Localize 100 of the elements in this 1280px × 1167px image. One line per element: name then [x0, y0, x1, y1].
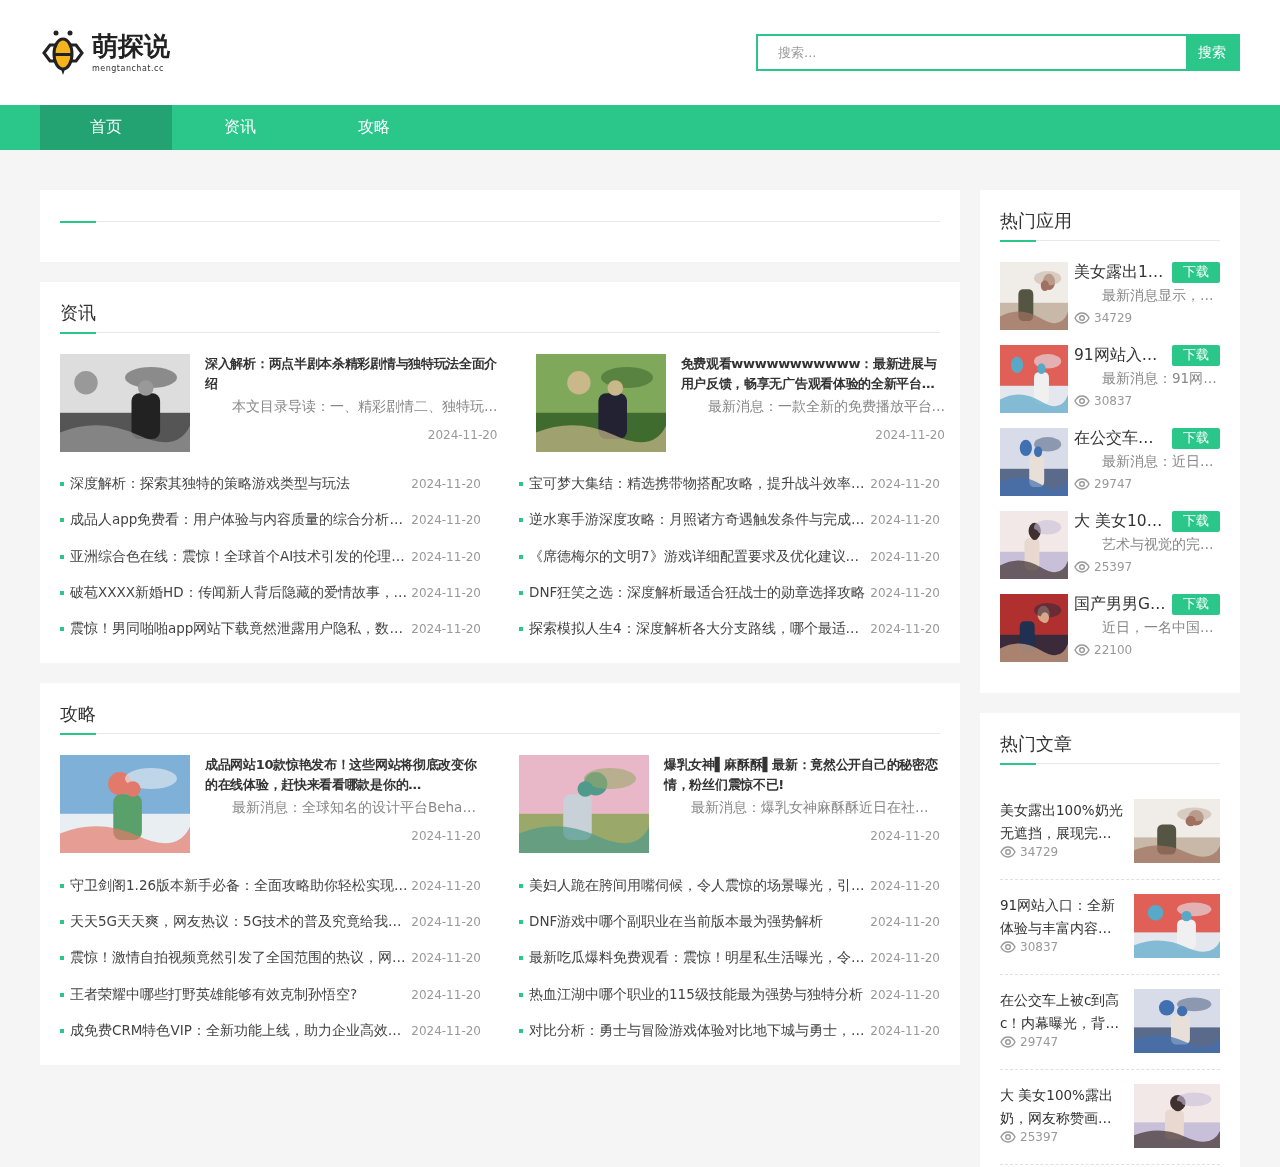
view-count: 29747 — [1020, 1035, 1059, 1049]
bullet-icon — [519, 883, 523, 888]
article-date: 2024-11-20 — [869, 829, 940, 844]
app-name[interactable]: 大 美女10… — [1074, 511, 1163, 532]
article-title[interactable]: 深入解析：两点半剧本杀精彩剧情与独特玩法全面介绍 — [205, 354, 498, 394]
eye-icon — [1074, 644, 1090, 656]
article-date: 2024-11-20 — [870, 622, 940, 637]
article-link[interactable]: 王者荣耀中哪些打野英雄能够有效克制孙悟空? — [70, 985, 404, 1004]
article-title[interactable]: 在公交车上被c到高c！内幕曝光，背… — [1000, 989, 1124, 1035]
article-link[interactable]: DNF狂笑之选：深度解析最适合狂战士的勋章选择攻略 — [529, 584, 863, 603]
article-link[interactable]: 探索模拟人生4：深度解析各大分支路线，哪个最适… — [529, 620, 863, 639]
article-title[interactable]: 美女露出100%奶光无遮挡，展现完… — [1000, 799, 1124, 845]
bullet-icon — [60, 883, 64, 888]
article-title[interactable]: 91网站入口：全新体验与丰富内容… — [1000, 894, 1124, 940]
bullet-icon — [60, 518, 64, 523]
view-count: 25397 — [1094, 560, 1133, 574]
bullet-icon — [60, 919, 64, 924]
bullet-icon — [60, 591, 64, 596]
eye-icon — [1000, 1131, 1016, 1143]
app-summary: 最新消息显示，… — [1101, 287, 1215, 305]
view-count: 34729 — [1094, 311, 1133, 325]
article-date: 2024-11-20 — [870, 1023, 940, 1038]
article-link[interactable]: 守卫剑阁1.26版本新手必备：全面攻略助你轻松实现… — [70, 876, 404, 895]
article-title[interactable]: 免费观看wwwwwwwwwww：最新进展与用户反馈，畅享无广告观看体验的全新平台… — [680, 354, 945, 394]
article-date: 2024-11-20 — [870, 878, 940, 893]
eye-icon — [1000, 941, 1016, 953]
article-link[interactable]: 《席德梅尔的文明7》游戏详细配置要求及优化建议… — [529, 547, 863, 566]
article-date: 2024-11-20 — [411, 987, 481, 1002]
bullet-icon — [60, 627, 64, 632]
bullet-icon — [519, 627, 523, 632]
article-link[interactable]: 美妇人跪在胯间用嘴伺候，令人震惊的场景曝光，引… — [529, 876, 863, 895]
bullet-icon — [519, 591, 523, 596]
bullet-icon — [60, 992, 64, 997]
app-summary: 艺术与视觉的完… — [1101, 536, 1215, 554]
article-date: 2024-11-20 — [411, 477, 481, 492]
article-date: 2024-11-20 — [870, 586, 940, 601]
article-link[interactable]: 宝可梦大集结：精选携带物搭配攻略，提升战斗效率… — [529, 475, 863, 494]
article-date: 2024-11-20 — [870, 951, 940, 966]
article-date: 2024-11-20 — [870, 477, 940, 492]
eye-icon — [1000, 846, 1016, 858]
bullet-icon — [60, 956, 64, 961]
article-date: 2024-11-20 — [411, 622, 481, 637]
eye-icon — [1074, 561, 1090, 573]
section-title: 热门应用 — [1000, 210, 1073, 233]
article-date: 2024-11-20 — [411, 513, 481, 528]
article-link[interactable]: 成免费CRM特色VIP：全新功能上线，助力企业高效… — [70, 1021, 404, 1040]
app-name[interactable]: 91网站入… — [1074, 345, 1158, 366]
article-summary: 最新消息：爆乳女神麻酥酥近日在社… — [690, 799, 930, 818]
article-link[interactable]: 天天5G天天爽，网友热议：5G技术的普及究竟给我… — [70, 912, 404, 931]
article-date: 2024-11-20 — [411, 549, 481, 564]
eye-icon — [1074, 478, 1090, 490]
view-count: 30837 — [1020, 940, 1059, 954]
article-date: 2024-11-20 — [411, 914, 481, 929]
article-link[interactable]: 亚洲综合色在线：震惊！全球首个AI技术引发的伦理… — [70, 547, 404, 566]
view-count: 22100 — [1094, 643, 1133, 657]
view-count: 25397 — [1020, 1130, 1059, 1144]
article-title[interactable]: 爆乳女神▌麻酥酥▌最新：竟然公开自己的秘密恋情，粉丝们震惊不已! — [664, 755, 940, 796]
app-name[interactable]: 美女露出1… — [1074, 262, 1164, 283]
bee-logo-icon — [40, 28, 86, 77]
bullet-icon — [519, 992, 523, 997]
view-count: 29747 — [1094, 477, 1133, 491]
article-link[interactable]: 最新吃瓜爆料免费观看：震惊！明星私生活曝光，令… — [529, 949, 863, 968]
view-count: 30837 — [1094, 394, 1133, 408]
logo-domain: mengtanchat.cc — [92, 63, 165, 73]
article-link[interactable]: 破苞XXXX新婚HD：传闻新人背后隐藏的爱情故事，… — [70, 584, 404, 603]
bullet-icon — [519, 1028, 523, 1033]
bullet-icon — [519, 554, 523, 559]
bullet-icon — [519, 518, 523, 523]
bullet-icon — [519, 482, 523, 487]
article-title[interactable]: 成品网站10款惊艳发布！这些网站将彻底改变你的在线体验，赶快来看看哪款是你的… — [205, 755, 481, 796]
article-date: 2024-11-20 — [870, 549, 940, 564]
app-name[interactable]: 在公交车… — [1074, 428, 1154, 449]
article-date: 2024-11-20 — [411, 1023, 481, 1038]
section-title: 热门文章 — [1000, 733, 1073, 756]
article-date: 2024-11-20 — [870, 914, 940, 929]
article-link[interactable]: 逆水寒手游深度攻略：月照诸方奇遇触发条件与完成… — [529, 511, 863, 530]
article-date: 2024-11-20 — [426, 428, 498, 442]
eye-icon — [1000, 1036, 1016, 1048]
app-name[interactable]: 国产男男G… — [1074, 594, 1166, 615]
article-link[interactable]: 成品人app免费看：用户体验与内容质量的综合分析… — [70, 511, 404, 530]
logo-title: 萌探说 — [92, 32, 170, 59]
app-summary: 近日，一名中国… — [1101, 619, 1215, 637]
article-date: 2024-11-20 — [411, 586, 481, 601]
section-title: 攻略 — [60, 703, 97, 727]
bullet-icon — [60, 482, 64, 487]
bullet-icon — [60, 1028, 64, 1033]
article-link[interactable]: 深度解析：探索其独特的策略游戏类型与玩法 — [70, 475, 404, 494]
article-link[interactable]: 震惊！男同啪啪app网站下载竟然泄露用户隐私，数… — [70, 620, 404, 639]
article-link[interactable]: 热血江湖中哪个职业的115级技能最为强势与独特分析 — [529, 985, 863, 1004]
bullet-icon — [519, 919, 523, 924]
view-count: 34729 — [1020, 845, 1059, 859]
app-summary: 最新消息：近日… — [1101, 453, 1215, 471]
article-link[interactable]: 震惊！激情自拍视频竟然引发了全国范围的热议，网… — [70, 949, 404, 968]
eye-icon — [1074, 395, 1090, 407]
article-summary: 本文目录导读：一、精彩剧情二、独特玩… — [231, 398, 498, 416]
article-date: 2024-11-20 — [870, 513, 940, 528]
app-summary: 最新消息：91网… — [1101, 370, 1218, 388]
article-link[interactable]: DNF游戏中哪个副职业在当前版本最为强势解析 — [529, 912, 863, 931]
article-link[interactable]: 对比分析：勇士与冒险游戏体验对比地下城与勇士，… — [529, 1021, 863, 1040]
article-title[interactable]: 大 美女100%露出奶，网友称赞画… — [1000, 1084, 1124, 1130]
